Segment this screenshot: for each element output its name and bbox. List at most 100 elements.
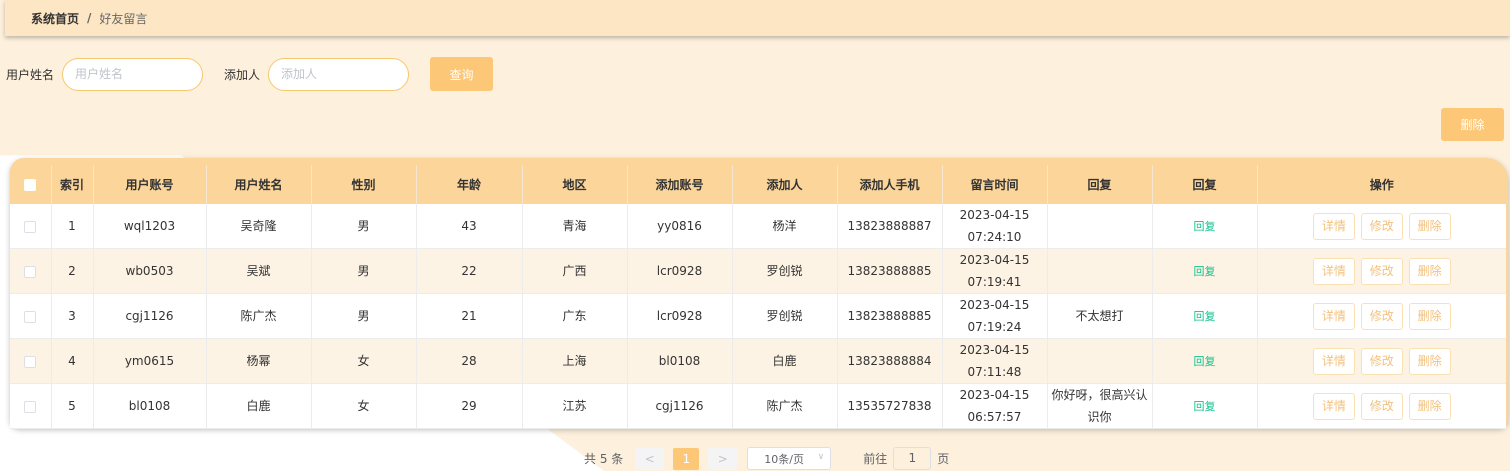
- cell-account: bl0108: [93, 383, 207, 429]
- cell-region: 广东: [522, 293, 628, 339]
- edit-button[interactable]: 修改: [1360, 212, 1403, 240]
- delete-button[interactable]: 删除: [1408, 392, 1451, 420]
- cell-name: 吴奇隆: [206, 204, 312, 249]
- edit-button[interactable]: 修改: [1360, 257, 1403, 285]
- cell-name: 白鹿: [206, 383, 312, 429]
- delete-button[interactable]: 删除: [1408, 212, 1451, 240]
- cell-region: 青海: [522, 204, 628, 249]
- cell-add-account: cgj1126: [627, 383, 733, 429]
- edit-button[interactable]: 修改: [1360, 302, 1403, 330]
- cell-account: ym0615: [93, 338, 207, 384]
- cell-time: 2023-04-15 06:57:57: [942, 383, 1048, 429]
- edit-button[interactable]: 修改: [1360, 347, 1403, 375]
- column-header: 索引: [51, 165, 94, 204]
- select-all-checkbox[interactable]: [24, 179, 37, 191]
- page-suffix: 页: [937, 452, 950, 466]
- detail-button[interactable]: 详情: [1312, 302, 1355, 330]
- column-header: 地区: [522, 165, 628, 204]
- table-row: 4 ym0615 杨幂 女 28 上海 bl0108 白鹿 1382388888…: [10, 338, 1506, 384]
- cell-reply: [1047, 338, 1153, 384]
- select-all-cell: [10, 165, 52, 204]
- cell-time: 2023-04-15 07:19:41: [942, 248, 1048, 294]
- delete-button[interactable]: 删除: [1408, 347, 1451, 375]
- reply-link[interactable]: 回复: [1194, 220, 1216, 233]
- cell-age: 21: [416, 293, 523, 339]
- detail-button[interactable]: 详情: [1312, 212, 1355, 240]
- delete-button[interactable]: 删除: [1408, 257, 1451, 285]
- cell-reply: 你好呀，很高兴认识你: [1047, 383, 1153, 429]
- cell-time: 2023-04-15 07:24:10: [942, 204, 1048, 249]
- page-number-current[interactable]: 1: [673, 447, 700, 470]
- pagination-total: 共 5 条: [584, 452, 624, 466]
- table-row: 3 cgj1126 陈广杰 男 21 广东 lcr0928 罗创锐 138238…: [10, 293, 1506, 339]
- column-header: 留言时间: [942, 165, 1048, 204]
- cell-region: 广西: [522, 248, 628, 294]
- detail-button[interactable]: 详情: [1312, 392, 1355, 420]
- row-checkbox[interactable]: [24, 400, 37, 413]
- cell-phone: 13823888887: [837, 204, 943, 249]
- reply-link[interactable]: 回复: [1194, 400, 1216, 413]
- cell-adder: 罗创锐: [732, 248, 838, 294]
- column-header: 添加人手机: [837, 165, 943, 204]
- cell-gender: 女: [311, 338, 417, 384]
- breadcrumb-current: 好友留言: [99, 11, 148, 26]
- cell-phone: 13823888885: [837, 293, 943, 339]
- table-row: 5 bl0108 白鹿 女 29 江苏 cgj1126 陈广杰 13535727…: [10, 383, 1506, 429]
- table-row: 2 wb0503 吴斌 男 22 广西 lcr0928 罗创锐 13823888…: [10, 248, 1506, 294]
- search-bar: 用户姓名 添加人 查询: [6, 57, 494, 91]
- row-checkbox[interactable]: [24, 220, 37, 233]
- page-size-select[interactable]: 10条/页 ∨: [747, 447, 832, 470]
- cell-age: 28: [416, 338, 523, 384]
- column-header: 用户姓名: [206, 165, 312, 204]
- message-table-container: 索引 用户账号 用户姓名 性别 年龄 地区 添加账号 添加人 添加人手机 留言时…: [10, 158, 1508, 429]
- batch-delete-button[interactable]: 删除: [1441, 108, 1504, 141]
- cell-index: 5: [51, 383, 94, 429]
- cell-adder: 罗创锐: [732, 293, 838, 339]
- breadcrumb-home[interactable]: 系统首页: [31, 10, 79, 27]
- detail-button[interactable]: 详情: [1312, 347, 1355, 375]
- cell-time: 2023-04-15 07:19:24: [942, 293, 1048, 339]
- cell-adder: 陈广杰: [732, 383, 838, 429]
- cell-reply: [1047, 204, 1153, 249]
- cell-add-account: bl0108: [627, 338, 733, 384]
- cell-phone: 13823888884: [837, 338, 943, 384]
- cell-add-account: yy0816: [627, 204, 733, 249]
- adder-label: 添加人: [224, 67, 261, 82]
- goto-page-input[interactable]: 1: [893, 447, 932, 470]
- user-name-label: 用户姓名: [6, 67, 55, 82]
- column-header: 年龄: [416, 165, 523, 204]
- row-checkbox[interactable]: [24, 355, 37, 368]
- cell-region: 江苏: [522, 383, 628, 429]
- cell-age: 43: [416, 204, 523, 249]
- column-header: 回复: [1047, 165, 1153, 204]
- column-header: 添加人: [732, 165, 838, 204]
- row-checkbox[interactable]: [24, 310, 37, 323]
- cell-index: 4: [51, 338, 94, 384]
- page-size-value: 10条/页: [764, 452, 804, 466]
- cell-add-account: lcr0928: [627, 248, 733, 294]
- user-name-input[interactable]: [62, 57, 204, 91]
- next-page-button[interactable]: >: [708, 447, 738, 470]
- table-header-row: 索引 用户账号 用户姓名 性别 年龄 地区 添加账号 添加人 添加人手机 留言时…: [10, 165, 1506, 204]
- prev-page-button[interactable]: <: [635, 447, 665, 470]
- cell-index: 2: [51, 248, 94, 294]
- adder-input[interactable]: [268, 57, 410, 91]
- delete-button[interactable]: 删除: [1408, 302, 1451, 330]
- reply-link[interactable]: 回复: [1194, 310, 1216, 323]
- cell-name: 吴斌: [206, 248, 312, 294]
- cell-region: 上海: [522, 338, 628, 384]
- row-checkbox[interactable]: [24, 265, 37, 278]
- reply-link[interactable]: 回复: [1194, 355, 1216, 368]
- breadcrumb: 系统首页 / 好友留言: [5, 0, 1510, 36]
- query-button[interactable]: 查询: [430, 57, 494, 91]
- detail-button[interactable]: 详情: [1312, 257, 1355, 285]
- cell-name: 陈广杰: [206, 293, 312, 339]
- cell-gender: 女: [311, 383, 417, 429]
- reply-link[interactable]: 回复: [1194, 265, 1216, 278]
- cell-gender: 男: [311, 204, 417, 249]
- cell-adder: 杨洋: [732, 204, 838, 249]
- cell-phone: 13535727838: [837, 383, 943, 429]
- cell-name: 杨幂: [206, 338, 312, 384]
- column-header: 用户账号: [93, 165, 207, 204]
- edit-button[interactable]: 修改: [1360, 392, 1403, 420]
